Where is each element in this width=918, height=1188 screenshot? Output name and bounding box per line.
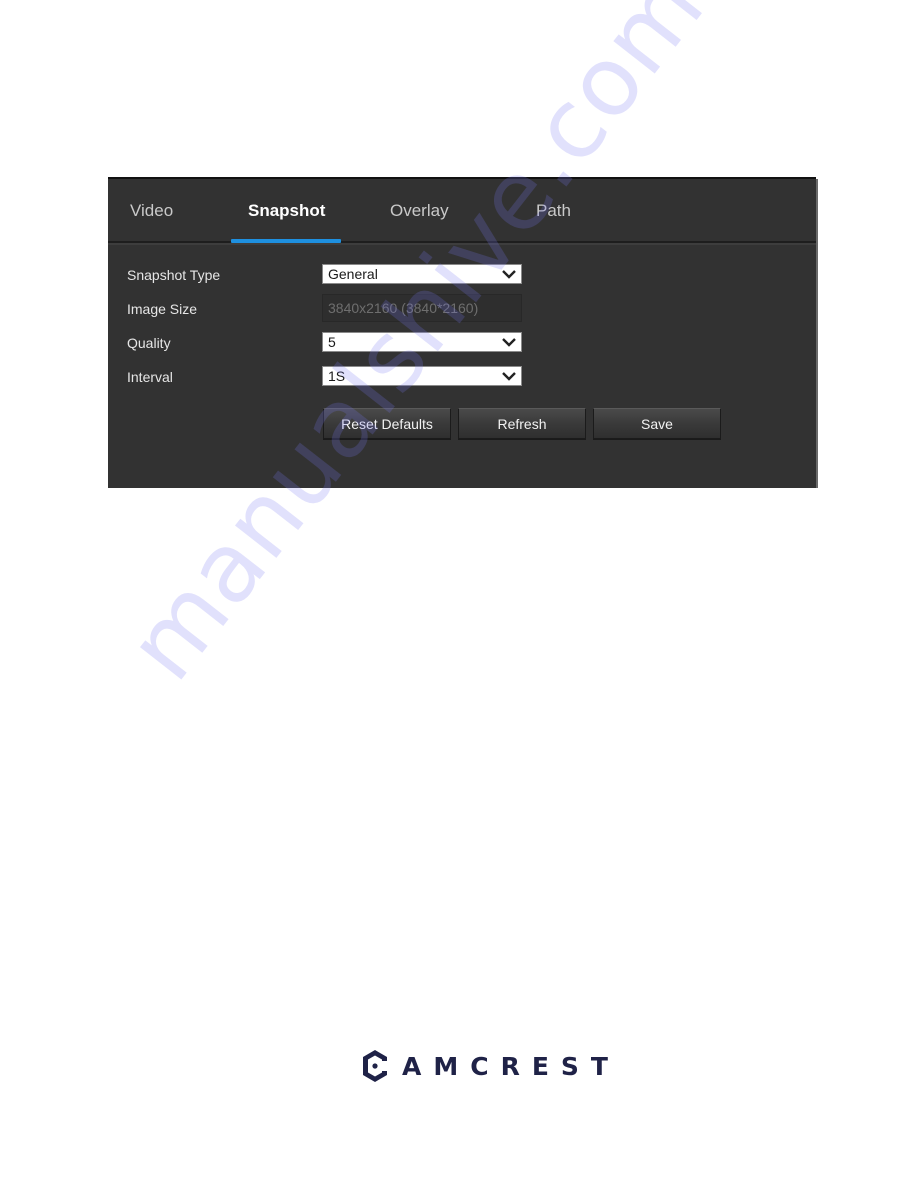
save-button[interactable]: Save [593,408,721,439]
reset-defaults-button[interactable]: Reset Defaults [323,408,451,439]
snapshot-type-value: General [328,266,378,282]
interval-value: 1S [328,368,346,384]
tab-overlay[interactable]: Overlay [390,201,449,221]
chevron-down-icon [502,338,516,347]
amcrest-logo-icon [363,1050,387,1082]
image-size-field: 3840x2160 (3840*2160) [322,294,522,322]
interval-select[interactable]: 1S [322,366,522,386]
image-size-value: 3840x2160 (3840*2160) [328,300,479,316]
brand-name: AMCREST [402,1051,620,1081]
interval-row: Interval 1S [108,366,816,388]
active-tab-indicator [231,239,341,243]
image-size-label: Image Size [127,301,198,317]
image-size-row: Image Size 3840x2160 (3840*2160) [108,294,816,322]
chevron-down-icon [502,372,516,381]
snapshot-type-select[interactable]: General [322,264,522,284]
chevron-down-icon [502,270,516,279]
tab-path[interactable]: Path [536,201,571,221]
snapshot-settings-panel: Video Snapshot Overlay Path Snapshot Typ… [108,177,818,488]
interval-label: Interval [127,369,173,385]
refresh-button[interactable]: Refresh [458,408,586,439]
amcrest-logo: AMCREST [360,1046,620,1086]
quality-row: Quality 5 [108,332,816,354]
tab-video[interactable]: Video [130,201,173,221]
snapshot-type-row: Snapshot Type General [108,264,816,286]
quality-label: Quality [127,335,171,351]
tab-bar: Video Snapshot Overlay Path [108,179,816,245]
quality-value: 5 [328,334,336,350]
tab-snapshot[interactable]: Snapshot [248,201,325,221]
snapshot-type-label: Snapshot Type [127,267,221,283]
panel-edge [816,179,818,488]
quality-select[interactable]: 5 [322,332,522,352]
